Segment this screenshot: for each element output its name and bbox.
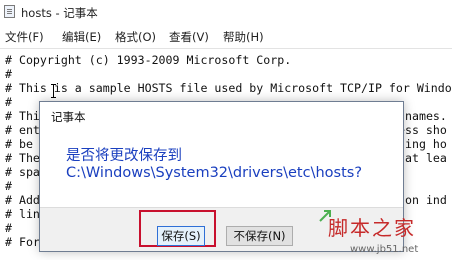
save-button[interactable]: 保存(S) — [157, 226, 205, 246]
text-line: # — [5, 221, 12, 235]
menu-view[interactable]: 查看(V) — [169, 29, 209, 45]
window-title: hosts - 记事本 — [21, 6, 98, 20]
dont-save-button[interactable]: 不保存(N) — [226, 226, 293, 246]
title-bar: hosts - 记事本 — [0, 0, 452, 24]
menu-format[interactable]: 格式(O) — [115, 29, 156, 45]
menu-file[interactable]: 文件(F) — [5, 29, 44, 45]
dialog-title: 记事本 — [51, 110, 86, 124]
watermark-url: www.jb51.net — [350, 244, 419, 255]
notepad-icon — [4, 5, 15, 18]
text-fragment: on ind — [405, 193, 447, 207]
text-line: # — [5, 179, 12, 193]
text-line: # Copyright (c) 1993-2009 Microsoft Corp… — [5, 53, 292, 67]
text-line: # — [5, 67, 12, 81]
dialog-message-line1: 是否将更改保存到 — [66, 148, 182, 164]
text-line: # This is a sample HOSTS file used by Mi… — [5, 81, 452, 95]
text-line: # — [5, 95, 12, 109]
menu-bar: 文件(F) 编辑(E) 格式(O) 查看(V) 帮助(H) — [0, 27, 452, 45]
watermark-text: 脚本之家 — [328, 216, 416, 240]
text-fragment: names. — [405, 109, 447, 123]
ibeam-cursor-icon — [51, 84, 56, 98]
text-fragment: at lea — [405, 151, 447, 165]
menu-help[interactable]: 帮助(H) — [223, 29, 264, 45]
text-fragment: ess sho — [398, 123, 447, 137]
text-fragment: ding ho — [398, 137, 447, 151]
menu-edit[interactable]: 编辑(E) — [62, 29, 101, 45]
dialog-message-line2: C:\Windows\System32\drivers\etc\hosts? — [66, 165, 363, 181]
